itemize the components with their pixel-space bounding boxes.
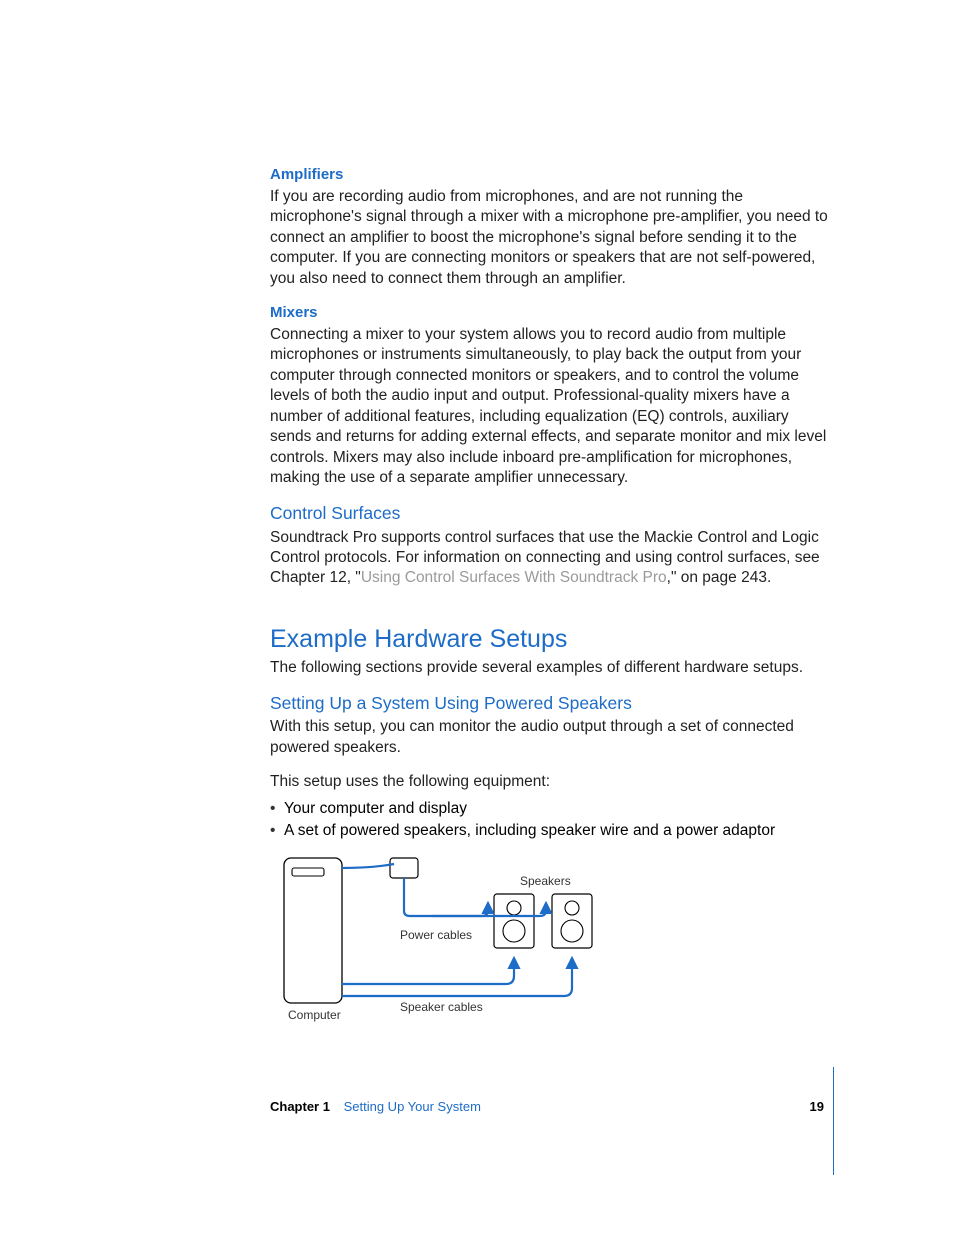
- label-power-cables: Power cables: [400, 928, 472, 944]
- heading-control-surfaces: Control Surfaces: [270, 502, 829, 525]
- heading-amplifiers: Amplifiers: [270, 165, 829, 185]
- section-example-hardware-setups: Example Hardware Setups The following se…: [270, 623, 829, 678]
- list-item: A set of powered speakers, including spe…: [270, 821, 829, 841]
- heading-mixers: Mixers: [270, 303, 829, 323]
- equipment-list: Your computer and display A set of power…: [270, 799, 829, 842]
- section-control-surfaces: Control Surfaces Soundtrack Pro supports…: [270, 502, 829, 588]
- body-powered-speakers-1: With this setup, you can monitor the aud…: [270, 717, 829, 758]
- footer-chapter-label: Chapter 1: [270, 1099, 330, 1114]
- section-mixers: Mixers Connecting a mixer to your system…: [270, 303, 829, 488]
- body-amplifiers: If you are recording audio from micropho…: [270, 187, 829, 289]
- heading-powered-speakers: Setting Up a System Using Powered Speake…: [270, 692, 829, 715]
- footer-chapter: Chapter 1 Setting Up Your System: [270, 1098, 481, 1115]
- list-item: Your computer and display: [270, 799, 829, 819]
- cs-body-post: ," on page 243.: [667, 569, 772, 586]
- cross-reference-link[interactable]: Using Control Surfaces With Soundtrack P…: [361, 569, 667, 586]
- figure-powered-speakers-diagram: Speakers Power cables Speaker cables Com…: [282, 856, 612, 1031]
- body-example-hardware-setups: The following sections provide several e…: [270, 658, 829, 678]
- label-speaker-cables: Speaker cables: [400, 1000, 483, 1016]
- section-amplifiers: Amplifiers If you are recording audio fr…: [270, 165, 829, 289]
- body-mixers: Connecting a mixer to your system allows…: [270, 325, 829, 489]
- footer-chapter-title: Setting Up Your System: [344, 1099, 481, 1114]
- body-control-surfaces: Soundtrack Pro supports control surfaces…: [270, 528, 829, 589]
- label-computer: Computer: [288, 1008, 341, 1024]
- section-powered-speakers: Setting Up a System Using Powered Speake…: [270, 692, 829, 841]
- page-number: 19: [810, 1098, 824, 1115]
- page-side-rule: [833, 1067, 834, 1175]
- heading-example-hardware-setups: Example Hardware Setups: [270, 623, 829, 656]
- label-speakers: Speakers: [520, 874, 571, 890]
- body-powered-speakers-2: This setup uses the following equipment:: [270, 772, 829, 792]
